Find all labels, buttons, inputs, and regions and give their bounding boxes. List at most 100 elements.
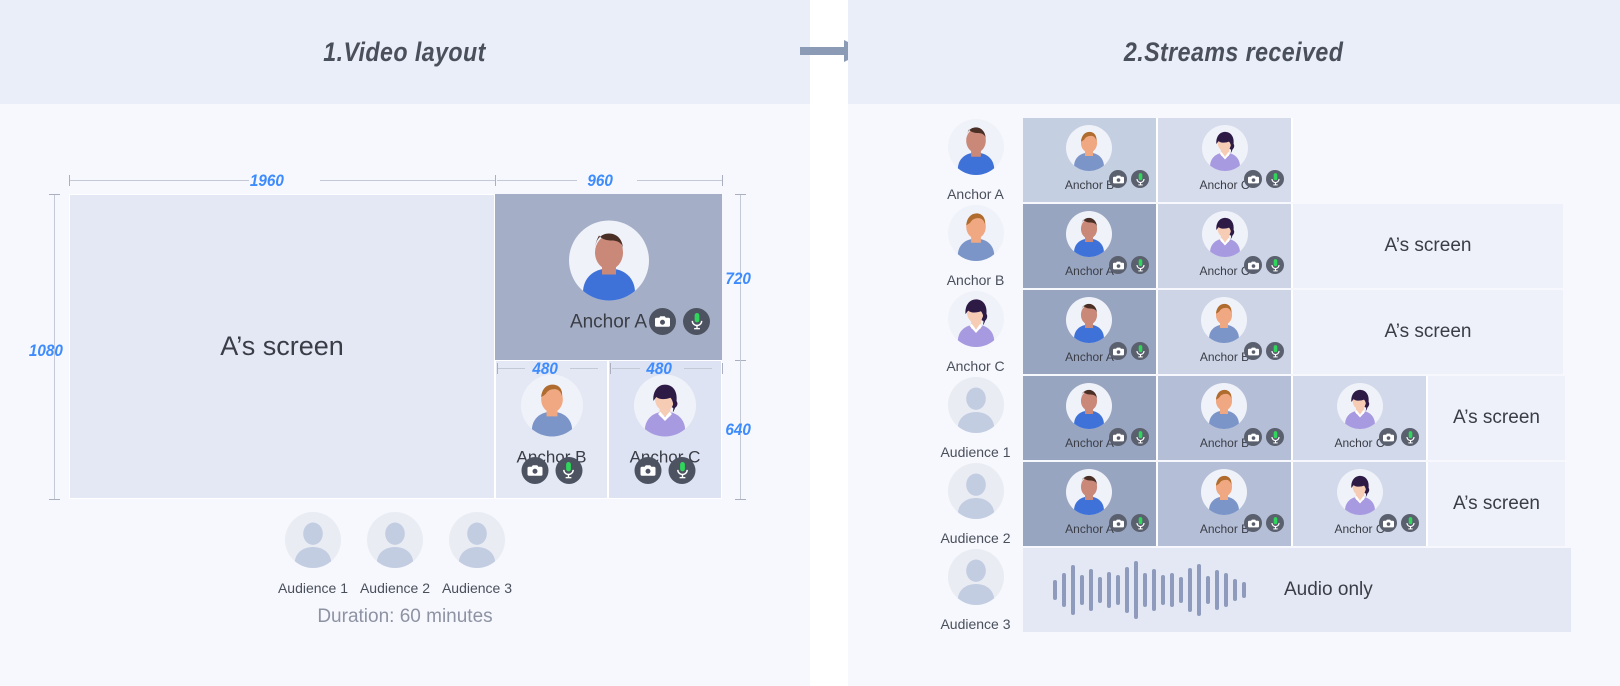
stream-cell-label: Anchor B	[1064, 177, 1115, 192]
mic-icon[interactable]	[1401, 514, 1419, 532]
stream-cell[interactable]: Anchor B	[1158, 462, 1293, 546]
mic-icon[interactable]	[1131, 428, 1149, 446]
tick-640-bottom	[735, 499, 746, 500]
dim-height-bottom-row: 640	[725, 420, 751, 439]
anchor-c-badges	[634, 457, 696, 484]
stream-cell[interactable]: Anchor C	[1293, 462, 1428, 546]
stream-cell[interactable]: Anchor B	[1023, 118, 1158, 202]
stream-cell-label: Anchor A	[1065, 263, 1114, 278]
tick-1080-top	[49, 194, 60, 195]
mic-icon[interactable]	[1131, 256, 1149, 274]
page-title-right: 2.Streams received	[1124, 36, 1344, 67]
mic-icon[interactable]	[1401, 428, 1419, 446]
stream-cell[interactable]: Anchor B	[1158, 376, 1293, 460]
stream-cell[interactable]: Anchor A	[1023, 462, 1158, 546]
stream-cell-badges	[1379, 514, 1419, 532]
mic-icon[interactable]	[1266, 256, 1284, 274]
stream-row: Audience 1 Anchor A Anchor B Anchor C A’…	[928, 376, 1565, 460]
mic-icon[interactable]	[1266, 514, 1284, 532]
stream-cell[interactable]: Anchor C	[1158, 118, 1293, 202]
stream-row-user-label: Audience 1	[940, 443, 1011, 460]
layout-cell-anchor-b[interactable]: Anchor B	[495, 360, 608, 499]
camera-icon[interactable]	[1244, 170, 1262, 188]
tick-1080-bottom	[49, 499, 60, 500]
layout-cell-a-screen[interactable]: A’s screen	[69, 194, 495, 499]
anchor-a-badges	[649, 308, 710, 335]
stream-screen-cell[interactable]: A’s screen	[1293, 290, 1563, 374]
stream-row-user-label: Anchor A	[947, 185, 1004, 202]
stream-row-user[interactable]: Anchor B	[928, 204, 1023, 288]
stream-cell[interactable]: Anchor C	[1158, 204, 1293, 288]
camera-icon[interactable]	[1109, 256, 1127, 274]
stream-cell-label: Anchor B	[1199, 435, 1250, 450]
camera-icon[interactable]	[521, 457, 548, 484]
camera-icon[interactable]	[1244, 428, 1262, 446]
camera-icon[interactable]	[649, 308, 676, 335]
video-layout-panel: 1.Video layout A’s screen Anchor A Ancho…	[0, 0, 810, 686]
stream-cell-label: Anchor A	[1065, 521, 1114, 536]
audience-item[interactable]: Audience 3	[442, 512, 512, 596]
anchor-a-avatar	[568, 220, 649, 306]
stream-cell[interactable]: Anchor A	[1023, 376, 1158, 460]
mic-icon[interactable]	[1131, 342, 1149, 360]
anchor-a-avatar	[1066, 296, 1113, 348]
mic-icon[interactable]	[1131, 514, 1149, 532]
stream-cells: Anchor B Anchor C	[1023, 118, 1293, 202]
anchor-c-avatar	[634, 374, 696, 442]
audience-item[interactable]: Audience 1	[278, 512, 348, 596]
mic-icon[interactable]	[555, 457, 582, 484]
infographic-root: 1.Video layout A’s screen Anchor A Ancho…	[0, 0, 1620, 686]
audio-only-cell[interactable]: Audio only	[1023, 548, 1571, 632]
stream-screen-cell[interactable]: A’s screen	[1293, 204, 1563, 288]
audience-label: Audience 2	[359, 580, 431, 596]
layout-cell-anchor-c[interactable]: Anchor C	[608, 360, 722, 499]
camera-icon[interactable]	[1244, 342, 1262, 360]
stream-cell[interactable]: Anchor B	[1158, 290, 1293, 374]
stream-row-user[interactable]: Audience 1	[928, 376, 1023, 460]
camera-icon[interactable]	[1379, 428, 1397, 446]
stream-cell[interactable]: Anchor A	[1023, 290, 1158, 374]
stream-cells: Anchor A Anchor B	[1023, 376, 1565, 460]
stream-row-user[interactable]: Anchor A	[928, 118, 1023, 202]
ruler-960-left	[497, 180, 577, 181]
ruler-1960-left	[69, 180, 249, 181]
stream-cell-badges	[1244, 514, 1284, 532]
stream-row-user[interactable]: Audience 3	[928, 548, 1023, 632]
anchor-a-avatar	[1066, 382, 1113, 434]
dim-height-anchor-a: 720	[725, 269, 751, 288]
camera-icon[interactable]	[1109, 170, 1127, 188]
stream-row: Anchor B Anchor A Anchor C A’s screen	[928, 204, 1563, 288]
mic-icon[interactable]	[1266, 428, 1284, 446]
audience-item[interactable]: Audience 2	[360, 512, 430, 596]
mic-icon[interactable]	[1131, 170, 1149, 188]
camera-icon[interactable]	[1109, 428, 1127, 446]
tile-anchor-b: Anchor B	[496, 361, 607, 498]
camera-icon[interactable]	[1244, 256, 1262, 274]
anchor-b-avatar	[1066, 124, 1113, 176]
stream-screen-cell[interactable]: A’s screen	[1428, 462, 1565, 546]
tile-anchor-a: Anchor A	[495, 194, 722, 360]
camera-icon[interactable]	[1244, 514, 1262, 532]
ruler-480c-left	[612, 368, 640, 369]
camera-icon[interactable]	[1109, 342, 1127, 360]
camera-icon[interactable]	[1109, 514, 1127, 532]
mic-icon[interactable]	[683, 308, 710, 335]
mic-icon[interactable]	[668, 457, 696, 484]
ruler-480b-left	[497, 368, 525, 369]
dim-width-main: 1960	[249, 171, 284, 190]
stream-cell[interactable]: Anchor A	[1023, 204, 1158, 288]
stream-row-user[interactable]: Anchor C	[928, 290, 1023, 374]
stream-cell[interactable]: Anchor C	[1293, 376, 1428, 460]
layout-cell-anchor-a[interactable]: Anchor A	[495, 194, 722, 360]
audience-avatar	[947, 462, 1004, 524]
anchor-c-avatar	[1336, 382, 1383, 434]
camera-icon[interactable]	[634, 457, 662, 484]
right-panel-header: 2.Streams received	[848, 0, 1620, 104]
anchor-b-avatar	[1201, 296, 1248, 348]
mic-icon[interactable]	[1266, 342, 1284, 360]
stream-screen-label: A’s screen	[1453, 493, 1540, 514]
camera-icon[interactable]	[1379, 514, 1397, 532]
mic-icon[interactable]	[1266, 170, 1284, 188]
stream-row-user[interactable]: Audience 2	[928, 462, 1023, 546]
stream-screen-cell[interactable]: A’s screen	[1428, 376, 1565, 460]
